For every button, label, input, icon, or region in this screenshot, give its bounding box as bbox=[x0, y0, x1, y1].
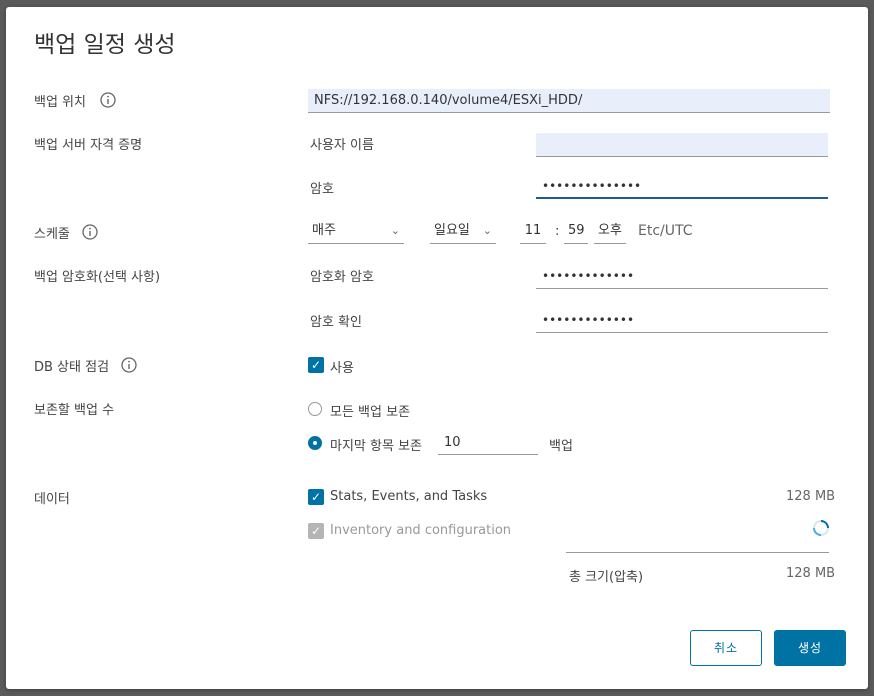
retain-all-label: 모든 백업 보존 bbox=[330, 405, 411, 420]
chevron-down-icon: ⌄ bbox=[482, 224, 492, 237]
db-check-checkbox[interactable]: ✓ bbox=[308, 357, 324, 373]
frequency-value: 매주 bbox=[312, 223, 336, 238]
retain-count-input[interactable]: 10 bbox=[438, 431, 538, 455]
data-label: 데이터 bbox=[34, 492, 70, 507]
time-separator: : bbox=[555, 224, 560, 239]
encryption-password-label: 암호화 암호 bbox=[310, 270, 374, 285]
dialog-title: 백업 일정 생성 bbox=[34, 32, 176, 58]
create-backup-schedule-dialog: 백업 일정 생성 백업 위치 NFS://192.168.0.140/volum… bbox=[6, 7, 868, 689]
schedule-label: 스케줄 bbox=[34, 227, 70, 242]
total-size-label: 총 크기(압축) bbox=[569, 570, 644, 585]
confirm-password-label: 암호 확인 bbox=[310, 315, 362, 330]
encryption-password-input[interactable]: ••••••••••••• bbox=[536, 265, 828, 289]
stats-size: 128 MB bbox=[786, 489, 836, 504]
encryption-label: 백업 암호화(선택 사항) bbox=[34, 270, 161, 285]
db-check-label: DB 상태 점검 bbox=[34, 360, 110, 375]
username-input[interactable] bbox=[536, 133, 828, 157]
db-check-checkbox-label: 사용 bbox=[330, 361, 354, 376]
frequency-select[interactable]: 매주 ⌄ bbox=[308, 220, 404, 244]
chevron-down-icon: ⌄ bbox=[390, 224, 400, 237]
day-value: 일요일 bbox=[434, 223, 470, 238]
inventory-checkbox: ✓ bbox=[308, 523, 324, 539]
minute-input[interactable]: 59 bbox=[564, 220, 588, 244]
password-input[interactable]: •••••••••••••• bbox=[536, 175, 828, 199]
inventory-label: Inventory and configuration bbox=[330, 523, 512, 538]
loading-spinner-icon bbox=[813, 520, 829, 536]
total-size-value: 128 MB bbox=[786, 566, 836, 581]
hour-input[interactable]: 11 bbox=[520, 220, 546, 244]
day-select[interactable]: 일요일 ⌄ bbox=[430, 220, 496, 244]
retain-last-radio[interactable] bbox=[308, 436, 322, 450]
password-label: 암호 bbox=[310, 182, 334, 197]
timezone-label: Etc/UTC bbox=[638, 223, 693, 239]
backup-credentials-label: 백업 서버 자격 증명 bbox=[34, 138, 143, 153]
backup-location-label: 백업 위치 bbox=[34, 95, 86, 110]
total-divider bbox=[566, 552, 829, 553]
retain-last-label: 마지막 항목 보존 bbox=[330, 439, 422, 454]
backup-location-input[interactable]: NFS://192.168.0.140/volume4/ESXi_HDD/ bbox=[308, 89, 830, 113]
username-label: 사용자 이름 bbox=[310, 138, 374, 153]
create-button[interactable]: 생성 bbox=[774, 630, 846, 666]
cancel-button[interactable]: 취소 bbox=[690, 630, 762, 666]
info-icon[interactable] bbox=[82, 224, 98, 240]
info-icon[interactable] bbox=[100, 92, 116, 108]
stats-checkbox[interactable]: ✓ bbox=[308, 489, 324, 505]
retain-unit-label: 백업 bbox=[549, 439, 573, 454]
ampm-select[interactable]: 오후 bbox=[594, 220, 626, 244]
stats-label: Stats, Events, and Tasks bbox=[330, 489, 488, 504]
retention-label: 보존할 백업 수 bbox=[34, 403, 115, 418]
info-icon[interactable] bbox=[121, 357, 137, 373]
confirm-password-input[interactable]: ••••••••••••• bbox=[536, 309, 828, 333]
retain-all-radio[interactable] bbox=[308, 402, 322, 416]
